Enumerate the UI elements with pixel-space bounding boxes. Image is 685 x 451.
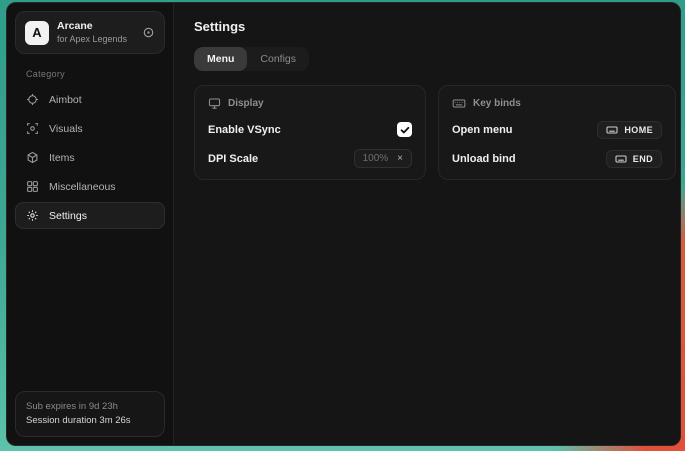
keyboard-icon <box>615 154 627 164</box>
brand-text: Arcane for Apex Legends <box>57 20 134 45</box>
settings-tabs: Menu Configs <box>194 47 309 71</box>
clear-icon[interactable]: × <box>397 154 403 164</box>
sub-expiry-text: Sub expires in 9d 23h <box>26 400 154 414</box>
tab-menu[interactable]: Menu <box>194 47 247 71</box>
sidebar-item-visuals[interactable]: Visuals <box>15 115 165 142</box>
app-logo: A <box>25 21 49 45</box>
open-menu-label: Open menu <box>452 124 513 136</box>
grid-icon <box>26 180 39 193</box>
vsync-checkbox[interactable] <box>397 122 412 137</box>
unload-bind-row: Unload bind END <box>452 150 662 168</box>
sidebar-item-label: Aimbot <box>49 94 82 106</box>
target-icon[interactable] <box>142 26 155 39</box>
subscription-status-card: Sub expires in 9d 23h Session duration 3… <box>15 391 165 438</box>
sidebar-item-label: Miscellaneous <box>49 181 116 193</box>
sidebar-item-label: Visuals <box>49 123 83 135</box>
sidebar: A Arcane for Apex Legends Category <box>7 3 174 445</box>
keybinds-card-header: Key binds <box>452 97 662 110</box>
display-card: Display Enable VSync DPI Scale 100% × <box>194 85 426 180</box>
sidebar-item-label: Items <box>49 152 75 164</box>
gear-icon <box>26 209 39 222</box>
brand-title: Arcane <box>57 20 134 33</box>
monitor-icon <box>208 97 221 110</box>
sidebar-item-label: Settings <box>49 210 87 222</box>
sidebar-item-settings[interactable]: Settings <box>15 202 165 229</box>
category-label: Category <box>26 69 165 79</box>
sidebar-item-aimbot[interactable]: Aimbot <box>15 86 165 113</box>
settings-cards: Display Enable VSync DPI Scale 100% × <box>194 85 676 180</box>
dpi-scale-input[interactable]: 100% × <box>354 149 412 168</box>
keybinds-card-title: Key binds <box>473 98 521 109</box>
unload-bind-label: Unload bind <box>452 153 516 165</box>
tab-configs[interactable]: Configs <box>247 47 309 71</box>
page-title: Settings <box>194 19 676 34</box>
session-duration-text: Session duration 3m 26s <box>26 414 154 428</box>
sidebar-spacer <box>15 229 165 390</box>
vsync-row: Enable VSync <box>208 121 412 138</box>
main-content: Settings Menu Configs Display <box>174 3 681 445</box>
unload-bind-key: END <box>633 154 653 164</box>
sidebar-item-items[interactable]: Items <box>15 144 165 171</box>
eye-icon <box>26 122 39 135</box>
category-nav: Aimbot Visuals Items <box>15 86 165 229</box>
dpi-scale-label: DPI Scale <box>208 153 258 165</box>
keybinds-card: Key binds Open menu HOME <box>438 85 676 180</box>
app-window: A Arcane for Apex Legends Category <box>6 2 681 446</box>
display-card-title: Display <box>228 98 264 109</box>
brand-card[interactable]: A Arcane for Apex Legends <box>15 11 165 54</box>
open-menu-row: Open menu HOME <box>452 121 662 139</box>
cube-icon <box>26 151 39 164</box>
dpi-scale-value[interactable]: 100% <box>363 153 389 164</box>
sidebar-item-miscellaneous[interactable]: Miscellaneous <box>15 173 165 200</box>
keyboard-icon <box>452 97 466 110</box>
crosshair-icon <box>26 93 39 106</box>
unload-bind-keybind[interactable]: END <box>606 150 662 168</box>
keyboard-icon <box>606 125 618 135</box>
vsync-label: Enable VSync <box>208 124 281 136</box>
brand-subtitle: for Apex Legends <box>57 34 134 45</box>
open-menu-key: HOME <box>624 125 653 135</box>
dpi-scale-row: DPI Scale 100% × <box>208 149 412 168</box>
display-card-header: Display <box>208 97 412 110</box>
open-menu-keybind[interactable]: HOME <box>597 121 662 139</box>
